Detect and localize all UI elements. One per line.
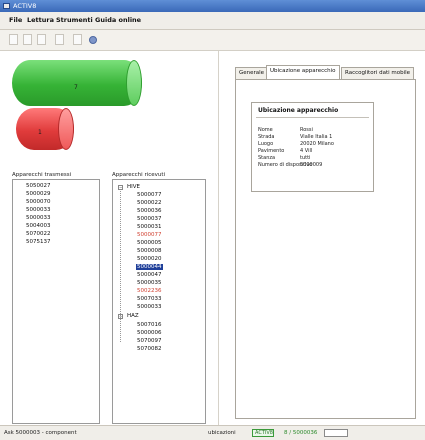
tab-generale[interactable]: Generale (235, 67, 269, 79)
collapse-hive-icon[interactable]: − (118, 185, 123, 190)
tree-item[interactable]: 5070097 (137, 338, 162, 344)
tab-raccoglitori[interactable]: Raccoglitori dati mobile (341, 67, 415, 79)
list-item[interactable]: 5070022 (26, 231, 51, 237)
save-icon[interactable] (37, 34, 46, 45)
tree-item[interactable]: 5000031 (137, 224, 162, 230)
tree-item[interactable]: 5000022 (137, 200, 162, 206)
red-cylinder-label: 1 (38, 129, 42, 136)
title-bar: ACTIV8 (0, 0, 425, 12)
menu-strumenti[interactable]: Strumenti (56, 16, 93, 24)
tree-item[interactable]: 5007016 (137, 322, 162, 328)
tree-item[interactable]: 5000047 (137, 272, 162, 278)
tree-item-alert[interactable]: 5000077 (137, 232, 162, 238)
list-item[interactable]: 5000033 (26, 207, 51, 213)
info-value-numero: 5000009 (300, 162, 323, 168)
list-item[interactable]: 5000029 (26, 191, 51, 197)
list-item[interactable]: 5004003 (26, 223, 51, 229)
collapse-haz-icon[interactable]: − (118, 314, 123, 319)
info-key-luogo: Luogo (258, 141, 274, 147)
arrow-icon[interactable] (73, 34, 82, 45)
menu-guida[interactable]: Guida online (95, 16, 141, 24)
right-pane: Generale Ubicazione apparecchio Raccogli… (218, 51, 425, 425)
app-icon (3, 3, 10, 9)
window-title: ACTIV8 (13, 2, 37, 10)
status-green-box: ACTIV8 (252, 429, 274, 437)
list-item[interactable]: 5000033 (26, 215, 51, 221)
tree-group-haz[interactable]: HAZ (127, 313, 139, 319)
status-message: Ask 5000003 - component (4, 430, 77, 436)
status-empty-box (324, 429, 348, 437)
cut-icon[interactable] (55, 34, 64, 45)
status-label: ubicazioni (208, 430, 236, 436)
device-location-group: Ubicazione apparecchio Nome Rossi Strada… (251, 102, 374, 192)
tab-panel: Ubicazione apparecchio Nome Rossi Strada… (235, 79, 416, 419)
sent-devices-list[interactable]: 5050027 5000029 5000070 5000033 5000033 … (12, 179, 100, 424)
tree-item[interactable]: 5000020 (137, 256, 162, 262)
info-key-nome: Nome (258, 127, 273, 133)
list-item[interactable]: 5050027 (26, 183, 51, 189)
new-file-icon[interactable] (9, 34, 18, 45)
tree-group-hive[interactable]: HIVE (127, 184, 140, 190)
open-file-icon[interactable] (23, 34, 32, 45)
toolbar (0, 30, 425, 51)
tree-item-alert[interactable]: 5002236 (137, 288, 162, 294)
info-value-nome: Rossi (300, 127, 313, 133)
group-title: Ubicazione apparecchio (258, 107, 339, 114)
menu-bar: File Lettura Strumenti Guida online (0, 12, 425, 30)
info-value-strada: Vialle Italia 1 (300, 134, 333, 140)
menu-file[interactable]: File (9, 16, 22, 24)
received-devices-label: Apparecchi ricevuti (112, 172, 166, 178)
red-cylinder (16, 108, 74, 150)
left-pane: 7 1 Apparecchi trasmessi 5050027 5000029… (0, 51, 216, 425)
info-value-stanza: tutti (300, 155, 311, 161)
tree-item[interactable]: 5000077 (137, 192, 162, 198)
tree-item[interactable]: 5007033 (137, 296, 162, 302)
tree-item[interactable]: 5000006 (137, 330, 162, 336)
info-key-strada: Strada (258, 134, 275, 140)
tree-item[interactable]: 5000033 (137, 304, 162, 310)
info-value-luogo: 20020 Milano (300, 141, 334, 147)
received-devices-tree[interactable]: − HIVE 5000077 5000022 5000036 5000037 5… (112, 179, 206, 424)
status-bar: Ask 5000003 - component ubicazioni ACTIV… (0, 425, 425, 440)
tree-item[interactable]: 5000036 (137, 208, 162, 214)
sent-devices-label: Apparecchi trasmessi (12, 172, 72, 178)
info-value-pavimento: 4 Vill (300, 148, 313, 154)
tab-ubicazione[interactable]: Ubicazione apparecchio (266, 65, 340, 80)
tree-item-selected[interactable]: 5000044 (136, 264, 163, 270)
tree-item[interactable]: 5070082 (137, 346, 162, 352)
green-cylinder (12, 60, 142, 106)
info-key-stanza: Stanza (258, 155, 276, 161)
menu-lettura[interactable]: Lettura (27, 16, 54, 24)
tree-item[interactable]: 5000037 (137, 216, 162, 222)
tree-item[interactable]: 5000005 (137, 240, 162, 246)
list-item[interactable]: 5075137 (26, 239, 51, 245)
list-item[interactable]: 5000070 (26, 199, 51, 205)
tree-item[interactable]: 5000008 (137, 248, 162, 254)
tree-item[interactable]: 5000035 (137, 280, 162, 286)
info-key-pavimento: Pavimento (258, 148, 285, 154)
status-green-text: 8 / 5000036 (284, 430, 318, 436)
info-icon[interactable] (89, 36, 97, 44)
green-cylinder-label: 7 (74, 84, 78, 91)
